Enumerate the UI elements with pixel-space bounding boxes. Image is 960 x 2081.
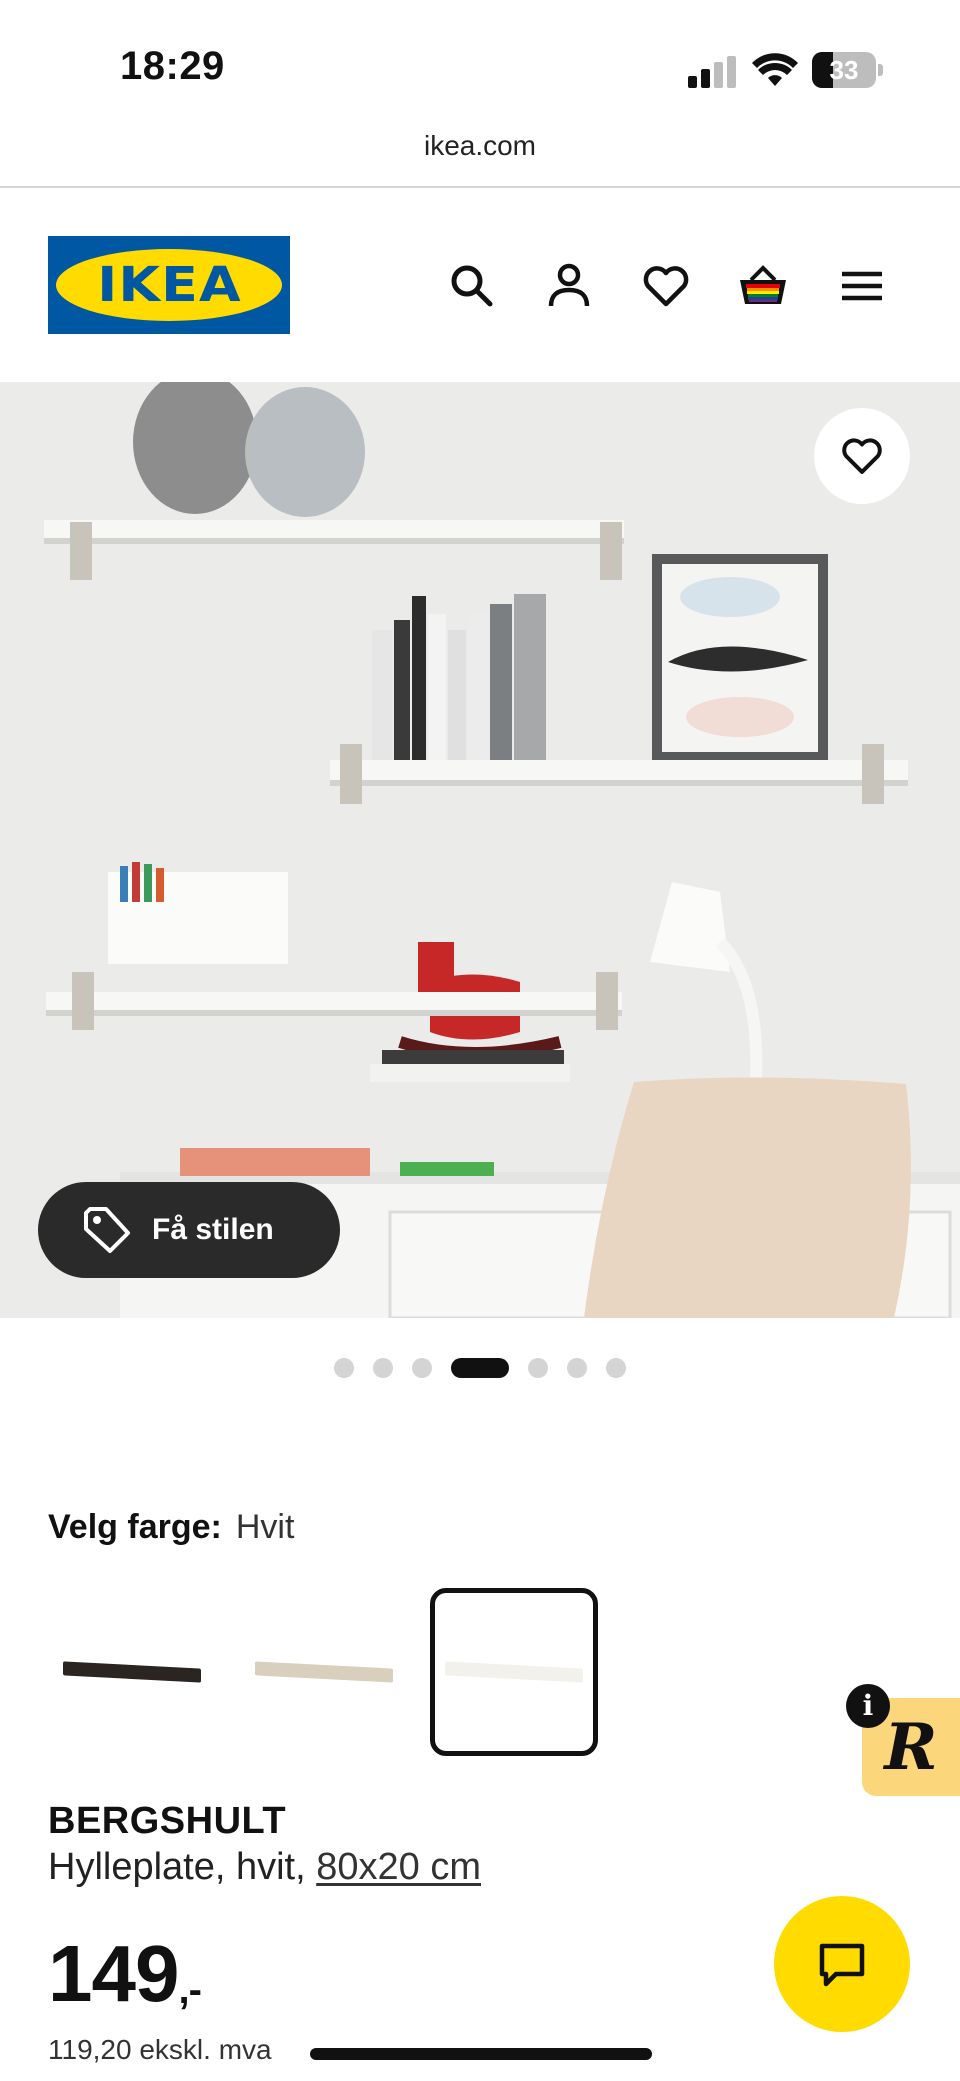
color-picker-label: Velg farge: Hvit [48,1508,294,1547]
carousel-dot[interactable] [606,1358,626,1378]
color-label-text: Velg farge: [48,1508,222,1546]
carousel-dot[interactable] [528,1358,548,1378]
chat-button[interactable] [774,1896,910,2032]
carousel-dot[interactable] [412,1358,432,1378]
search-icon[interactable] [446,260,498,312]
color-swatch-black-brown[interactable] [48,1588,216,1756]
cellular-signal-icon [688,56,736,88]
selected-color: Hvit [235,1508,295,1546]
tag-icon [84,1207,130,1253]
color-swatch-beige[interactable] [240,1588,408,1756]
heart-icon [842,438,882,474]
carousel-dot[interactable] [567,1358,587,1378]
profile-icon[interactable] [543,260,595,312]
carousel-dot[interactable] [451,1358,509,1378]
info-icon[interactable]: i [846,1684,890,1728]
product-name: BERGSHULT [48,1800,287,1842]
menu-icon[interactable] [836,260,888,312]
site-header: IKEA [0,190,960,382]
product-desc-text: Hylleplate, hvit, [48,1846,306,1888]
basket-icon[interactable] [737,260,789,312]
product-description: Hylleplate, hvit, 80x20 cm [48,1846,481,1889]
price-excl-vat: 119,20 ekskl. mva [48,2034,272,2065]
price-suffix: ,- [178,1968,201,2012]
browser-url-bar[interactable]: ikea.com [0,120,960,188]
heart-icon[interactable] [640,260,692,312]
carousel-dot[interactable] [373,1358,393,1378]
color-swatch-white[interactable] [430,1588,598,1756]
get-the-look-button[interactable]: Få stilen [38,1182,340,1278]
get-the-look-label: Få stilen [152,1213,274,1246]
favorite-button[interactable] [814,408,910,504]
carousel-dot[interactable] [334,1358,354,1378]
wifi-icon [752,53,798,86]
battery-percent: 33 [829,55,859,85]
status-bar: 18:29 33 [0,0,960,120]
chat-icon [819,1943,865,1987]
price-value: 149 [48,1929,179,2018]
carousel-indicators[interactable] [0,1356,960,1380]
price: 149,- [48,1928,202,2020]
battery-icon: 33 [812,52,884,88]
home-indicator[interactable] [310,2048,652,2060]
product-image-carousel[interactable]: Få stilen [0,382,960,1318]
url-text[interactable]: ikea.com [0,130,960,162]
status-time: 18:29 [120,44,225,88]
product-photo [0,382,960,1318]
ikea-logo[interactable]: IKEA [48,236,290,334]
size-link[interactable]: 80x20 cm [316,1846,481,1888]
logo-text: IKEA [96,257,242,313]
